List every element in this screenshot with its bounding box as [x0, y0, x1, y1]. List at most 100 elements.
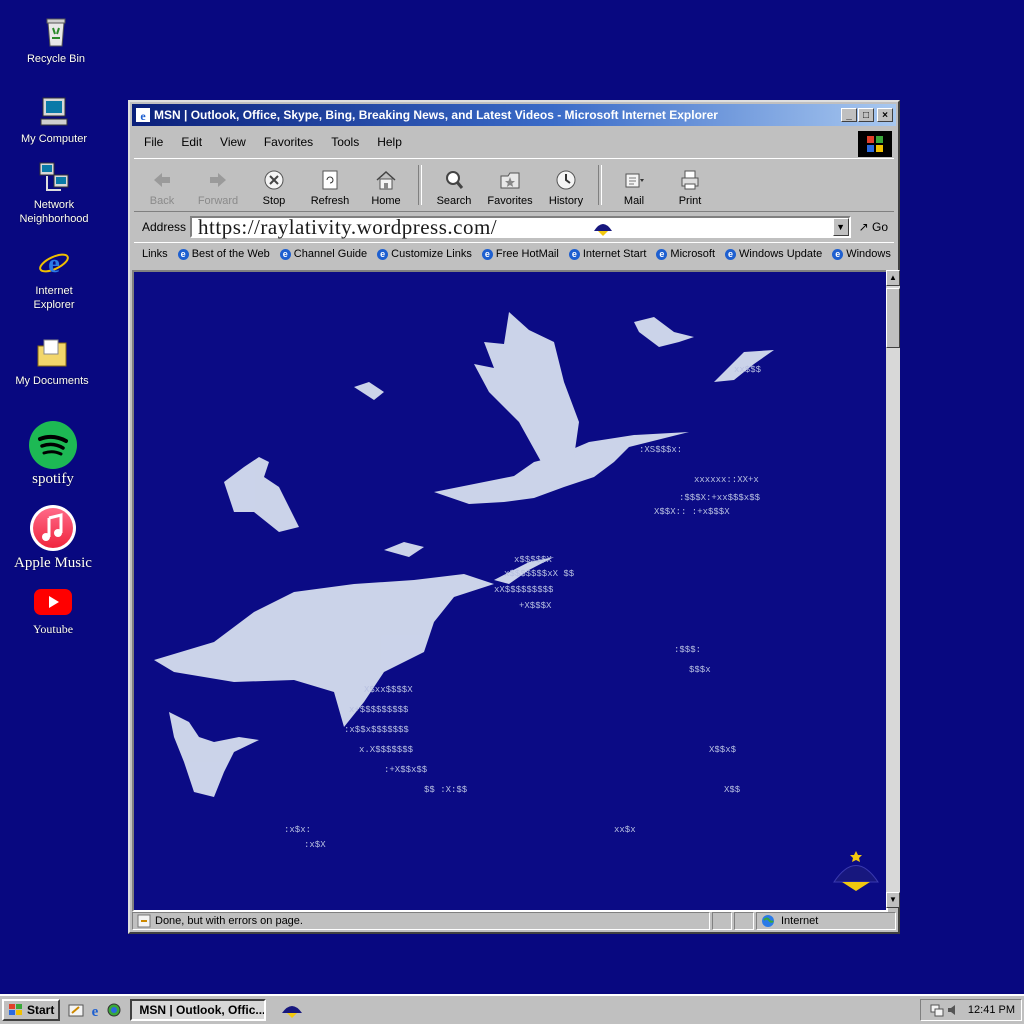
maximize-button[interactable]: □: [858, 108, 874, 122]
vertical-scrollbar[interactable]: ▲ ▼: [886, 270, 900, 908]
desktop-icon-spotify[interactable]: spotify: [3, 420, 103, 487]
desktop-icon-my-documents[interactable]: My Documents: [2, 336, 102, 388]
desktop-icon-label: Internet Explorer: [33, 285, 75, 311]
link-free-hotmail[interactable]: e Free HotMail: [481, 248, 559, 260]
link-microsoft[interactable]: e Microsoft: [656, 248, 715, 260]
desktop-icon-network[interactable]: Network Neighborhood: [4, 160, 104, 226]
link-customize-links[interactable]: e Customize Links: [377, 248, 472, 260]
standard-toolbar: Back Forward Stop Refresh Home Search Fa…: [134, 158, 894, 212]
ascii-block-11: :x$$x$$$$$$$: [344, 725, 409, 735]
scroll-up-button[interactable]: ▲: [886, 270, 900, 286]
scroll-thumb[interactable]: [886, 288, 900, 348]
forward-button[interactable]: Forward: [190, 169, 246, 211]
show-desktop-icon[interactable]: [68, 1002, 84, 1018]
back-button[interactable]: Back: [134, 169, 190, 211]
scroll-down-button[interactable]: ▼: [886, 892, 900, 908]
menu-view[interactable]: View: [220, 135, 246, 149]
link-label: Microsoft: [670, 248, 716, 260]
menu-favorites[interactable]: Favorites: [264, 135, 313, 149]
desktop-icon-my-computer[interactable]: My Computer: [4, 94, 104, 146]
ascii-block-13: :+X$$x$$: [384, 765, 428, 775]
toolbar-separator: [418, 165, 422, 205]
clock: 12:41 PM: [967, 1004, 1015, 1016]
link-channel-guide[interactable]: e Channel Guide: [279, 248, 368, 260]
status-bar: Done, but with errors on page. Internet: [132, 910, 896, 932]
desktop-icon-recycle-bin[interactable]: Recycle Bin: [6, 14, 106, 66]
link-best-of-the-web[interactable]: e Best of the Web: [177, 248, 270, 260]
ascii-block-21: :$$$:: [674, 645, 701, 655]
print-label: Print: [678, 195, 702, 207]
history-icon: [556, 170, 576, 190]
bird-bottom-left: [169, 712, 259, 797]
desktop-icon-label: spotify: [32, 471, 74, 487]
ascii-block-5: x$$$$$X: [514, 555, 552, 565]
desktop-icon-youtube[interactable]: Youtube: [3, 588, 103, 636]
toolbar-separator: [598, 165, 602, 205]
birds-artwork: :XS$$$x: xxxxxx::XX+x :$$$X:+xx$$$x$$ X$…: [154, 312, 879, 891]
address-url[interactable]: https://raylativity.wordpress.com/: [198, 215, 497, 240]
address-input[interactable]: https://raylativity.wordpress.com/ ▼: [190, 215, 851, 240]
links-label: Links: [142, 248, 168, 260]
link-label: Customize Links: [391, 248, 472, 260]
title-bar[interactable]: e MSN | Outlook, Office, Skype, Bing, Br…: [132, 104, 896, 126]
forward-arrow-icon: [210, 173, 226, 187]
mail-button[interactable]: Mail: [606, 169, 662, 211]
start-label: Start: [27, 1003, 55, 1017]
favorites-button[interactable]: Favorites: [482, 169, 538, 211]
start-button[interactable]: Start: [2, 999, 61, 1021]
minimize-button[interactable]: _: [841, 108, 857, 122]
desktop-icon-label: Apple Music: [14, 555, 92, 571]
search-icon: [446, 171, 464, 189]
zone-panel: Internet: [756, 912, 896, 930]
search-button[interactable]: Search: [426, 169, 482, 211]
home-button[interactable]: Home: [358, 169, 414, 211]
mail-icon: [625, 173, 644, 188]
windows-logo-icon: [867, 136, 883, 152]
link-windows-update[interactable]: e Windows Update: [725, 248, 822, 260]
quick-launch-channels-icon[interactable]: [106, 1002, 122, 1018]
bird-left-small: [224, 457, 299, 532]
my-computer-icon: [40, 97, 68, 126]
link-label: Windows Update: [739, 248, 823, 260]
refresh-button[interactable]: Refresh: [302, 169, 358, 211]
stop-button[interactable]: Stop: [246, 169, 302, 211]
browser-window: e MSN | Outlook, Office, Skype, Bing, Br…: [128, 100, 900, 934]
history-button[interactable]: History: [538, 169, 594, 211]
link-windows[interactable]: e Windows: [832, 248, 891, 260]
bird-large-lower: [154, 574, 494, 727]
ascii-block-1: :XS$$$x:: [639, 445, 682, 455]
back-label: Back: [149, 195, 175, 207]
ascii-block-10: x+$$$$$$$$$: [349, 705, 409, 715]
address-dropdown-button[interactable]: ▼: [832, 218, 849, 236]
link-label: Channel Guide: [293, 248, 368, 260]
volume-tray-icon[interactable]: [946, 1003, 960, 1017]
ascii-block-4: X$$X:: :+x$$$X: [654, 507, 730, 517]
favorites-icon: [500, 172, 520, 189]
mail-label: Mail: [623, 195, 645, 207]
taskbar-item-browser[interactable]: e MSN | Outlook, Offic...: [130, 999, 267, 1021]
desktop-icon-apple-music[interactable]: Apple Music: [3, 504, 103, 571]
spotify-icon: [29, 421, 77, 469]
ascii-block-22: xx$$$: [734, 365, 762, 375]
ascii-block-15: :x$x:: [284, 825, 311, 835]
close-button[interactable]: ×: [877, 108, 893, 122]
menu-tools[interactable]: Tools: [331, 135, 359, 149]
print-icon: [681, 170, 699, 190]
internet-explorer-icon: e: [39, 249, 69, 278]
print-button[interactable]: Print: [662, 169, 718, 211]
desktop-icon-internet-explorer[interactable]: e Internet Explorer: [4, 246, 104, 312]
search-label: Search: [436, 195, 472, 207]
bird-large-upper-wing: [474, 312, 579, 467]
go-button[interactable]: ↗ Go: [859, 220, 888, 234]
network-tray-icon[interactable]: [930, 1003, 944, 1017]
link-internet-start[interactable]: e Internet Start: [568, 248, 646, 260]
quick-launch-ie-icon[interactable]: e: [87, 1002, 103, 1018]
site-umbrella-icon: [594, 224, 613, 236]
svg-text:e: e: [140, 109, 146, 122]
menu-help[interactable]: Help: [377, 135, 402, 149]
window-title: MSN | Outlook, Office, Skype, Bing, Brea…: [154, 108, 718, 122]
menu-file[interactable]: File: [144, 135, 163, 149]
ascii-block-14: $$ :X:$$: [424, 785, 468, 795]
menu-edit[interactable]: Edit: [181, 135, 202, 149]
ascii-block-7: xX$$$$$$$$$: [494, 585, 554, 595]
